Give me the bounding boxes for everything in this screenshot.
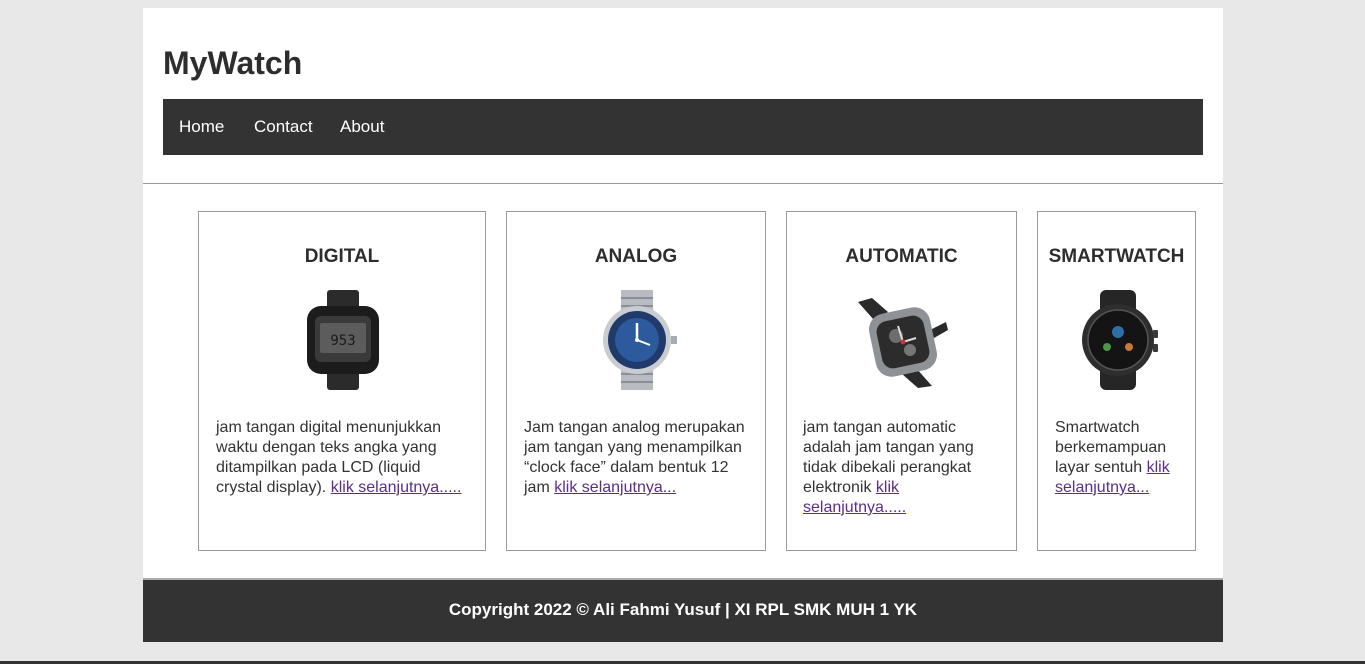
card-title: SMARTWATCH bbox=[1048, 246, 1185, 267]
nav-home[interactable]: Home bbox=[179, 99, 224, 155]
card-title: AUTOMATIC bbox=[845, 246, 958, 267]
digital-watch-image: 953 bbox=[307, 290, 379, 390]
svg-text:953: 953 bbox=[330, 333, 355, 349]
analog-watch-image bbox=[603, 290, 677, 390]
page-container: MyWatch Home Contact About DIGITAL 953 j… bbox=[143, 8, 1223, 642]
card-description: Smartwatch berkemampuan layar sentuh kli… bbox=[1055, 418, 1185, 498]
card-description: jam tangan digital menunjukkan waktu den… bbox=[216, 418, 471, 498]
site-title: MyWatch bbox=[163, 45, 303, 81]
card-description: Jam tangan analog merupakan jam tangan y… bbox=[524, 418, 754, 498]
card-analog: ANALOG Jam tangan analog merupakan jam t… bbox=[506, 211, 766, 551]
navbar: Home Contact About bbox=[163, 99, 1203, 155]
copyright-text: Copyright 2022 © Ali Fahmi Yusuf | XI RP… bbox=[448, 600, 918, 619]
nav-contact[interactable]: Contact bbox=[254, 99, 313, 155]
nav-about[interactable]: About bbox=[340, 99, 384, 155]
card-digital: DIGITAL 953 jam tangan digital menunjukk… bbox=[198, 211, 486, 551]
automatic-watch-image bbox=[858, 298, 948, 388]
read-more-link[interactable]: klik selanjutnya... bbox=[554, 479, 676, 496]
card-description: jam tangan automatic adalah jam tangan y… bbox=[803, 418, 1003, 518]
read-more-link[interactable]: klik selanjutnya..... bbox=[331, 479, 462, 496]
card-automatic: AUTOMATIC jam tangan automatic adalah ja… bbox=[786, 211, 1017, 551]
footer: Copyright 2022 © Ali Fahmi Yusuf | XI RP… bbox=[143, 580, 1223, 642]
card-title: DIGITAL bbox=[304, 246, 380, 267]
card-title: ANALOG bbox=[594, 246, 678, 267]
header-divider bbox=[143, 183, 1223, 184]
smartwatch-image bbox=[1082, 290, 1158, 390]
card-smartwatch: SMARTWATCH Smartwatch berkemampuan layar… bbox=[1037, 211, 1196, 551]
